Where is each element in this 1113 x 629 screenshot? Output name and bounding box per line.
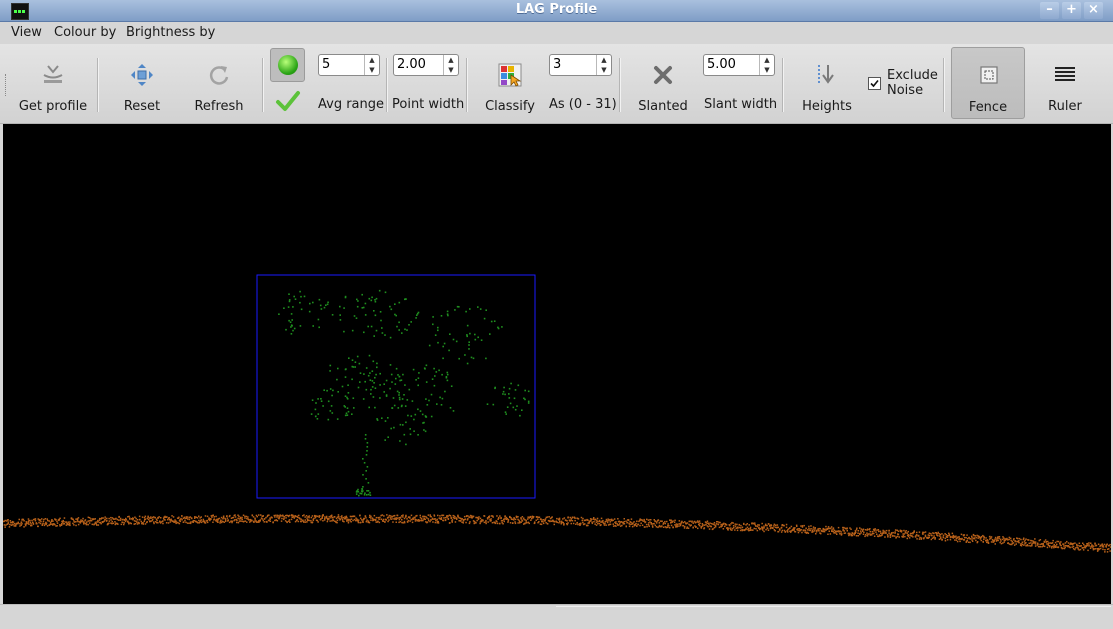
- toolbar-separator: [262, 58, 264, 112]
- classify-as-spinbox[interactable]: ▲▼: [549, 54, 612, 76]
- classify-button[interactable]: Classify: [478, 44, 542, 123]
- fence-selection-rect[interactable]: [257, 275, 535, 498]
- toolbar-separator: [619, 58, 621, 112]
- vegetation-points: [278, 290, 529, 497]
- toolbar-separator: [386, 58, 388, 112]
- fence-label: Fence: [952, 100, 1024, 115]
- reset-label: Reset: [110, 99, 174, 114]
- ruler-button[interactable]: Ruler: [1036, 44, 1094, 123]
- point-cloud-view[interactable]: [3, 124, 1111, 604]
- menu-view[interactable]: View: [11, 25, 42, 40]
- heights-label: Heights: [795, 99, 859, 114]
- avg-range-label: Avg range: [318, 97, 384, 112]
- checkbox-check-icon: [869, 78, 880, 89]
- classify-label: Classify: [478, 99, 542, 114]
- heights-icon: [814, 62, 840, 88]
- point-width-arrows[interactable]: ▲▼: [443, 55, 458, 75]
- refresh-icon: [206, 62, 232, 88]
- fence-button[interactable]: Fence: [951, 47, 1025, 119]
- avg-range-input[interactable]: [322, 57, 358, 72]
- refresh-button[interactable]: Refresh: [186, 44, 252, 123]
- menu-bar: View Colour by Brightness by: [0, 22, 1113, 44]
- toolbar-separator: [943, 58, 945, 112]
- checkmark-icon[interactable]: [275, 88, 301, 114]
- point-width-spinbox[interactable]: ▲▼: [393, 54, 459, 76]
- heights-button[interactable]: Heights: [795, 44, 859, 123]
- menu-brightness-by[interactable]: Brightness by: [126, 25, 215, 40]
- get-profile-icon: [40, 62, 66, 88]
- slanted-label: Slanted: [632, 99, 694, 114]
- green-light-icon: [278, 55, 298, 75]
- profile-canvas[interactable]: [3, 124, 1111, 604]
- avg-range-spinbox[interactable]: ▲▼: [318, 54, 380, 76]
- ground-points: [3, 514, 1111, 553]
- close-icon[interactable]: ×: [1084, 2, 1103, 19]
- refresh-label: Refresh: [186, 99, 252, 114]
- slant-width-label: Slant width: [704, 97, 777, 112]
- toolbar-grip[interactable]: [5, 74, 9, 96]
- toolbar-separator: [782, 58, 784, 112]
- status-bar: [0, 604, 1113, 629]
- slant-width-arrows[interactable]: ▲▼: [759, 55, 774, 75]
- classify-as-label: As (0 - 31): [549, 97, 617, 112]
- classify-as-input[interactable]: [553, 57, 589, 72]
- title-bar: LAG Profile – + ×: [0, 0, 1113, 22]
- point-width-label: Point width: [392, 97, 464, 112]
- reset-button[interactable]: Reset: [110, 44, 174, 123]
- toolbar-separator: [466, 58, 468, 112]
- minimize-icon[interactable]: –: [1040, 2, 1059, 19]
- maximize-icon[interactable]: +: [1062, 2, 1081, 19]
- move-arrows-icon: [129, 62, 155, 88]
- status-light-toggle[interactable]: [270, 48, 305, 82]
- exclude-noise-label: Exclude Noise: [887, 68, 938, 98]
- menu-colour-by[interactable]: Colour by: [54, 25, 116, 40]
- exclude-noise-checkbox[interactable]: [868, 77, 881, 90]
- slanted-button[interactable]: Slanted: [632, 44, 694, 123]
- classify-as-arrows[interactable]: ▲▼: [596, 55, 611, 75]
- toolbar-separator: [97, 58, 99, 112]
- slanted-x-icon: [650, 62, 676, 88]
- exclude-noise-label-line2: Noise: [887, 83, 923, 98]
- slant-width-input[interactable]: [707, 57, 743, 72]
- status-divider: [556, 606, 1111, 607]
- ruler-icon: [1052, 62, 1078, 88]
- get-profile-button[interactable]: Get profile: [16, 44, 90, 123]
- exclude-noise-label-line1: Exclude: [887, 68, 938, 83]
- fence-icon: [979, 65, 999, 85]
- avg-range-arrows[interactable]: ▲▼: [364, 55, 379, 75]
- ruler-label: Ruler: [1036, 99, 1094, 114]
- slant-width-spinbox[interactable]: ▲▼: [703, 54, 775, 76]
- point-width-input[interactable]: [397, 57, 433, 72]
- toolbar: Get profile Reset Refresh ▲▼ Avg range ▲…: [0, 44, 1113, 124]
- get-profile-label: Get profile: [16, 99, 90, 114]
- classify-palette-icon: [497, 62, 523, 88]
- window-title: LAG Profile: [0, 2, 1113, 17]
